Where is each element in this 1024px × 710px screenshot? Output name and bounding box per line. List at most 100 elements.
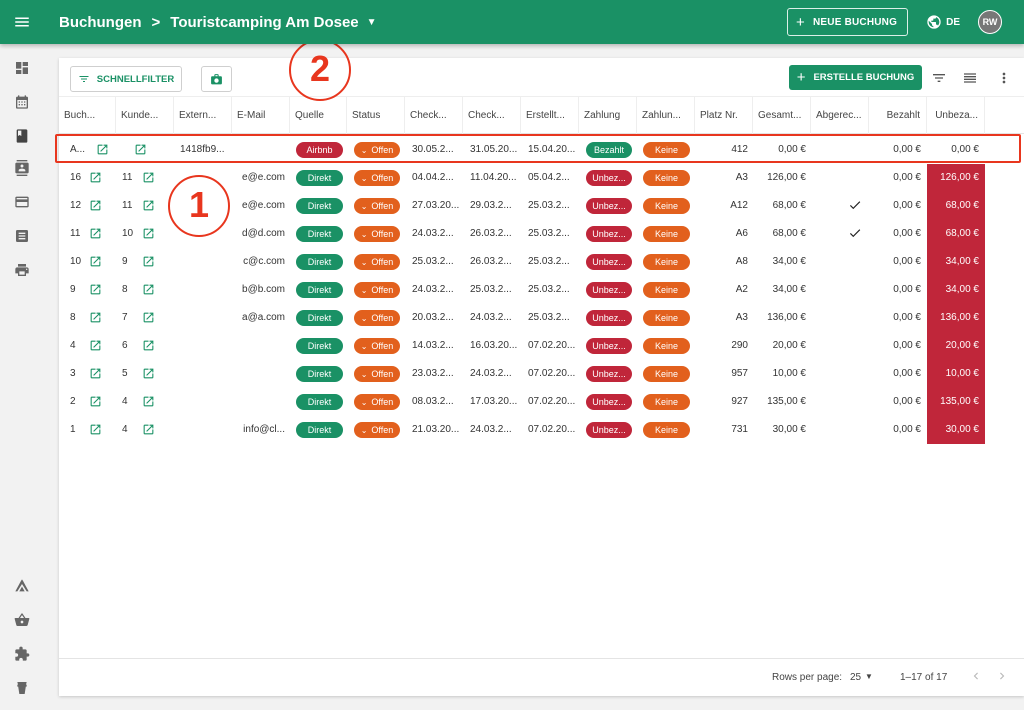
column-header[interactable]: Check... — [405, 97, 463, 134]
user-avatar[interactable]: RW — [978, 10, 1002, 34]
checkout-date: 11.04.20... — [470, 172, 517, 183]
status-chip[interactable]: ⌄ Offen — [354, 282, 400, 298]
column-header[interactable]: Bezahlt — [869, 97, 927, 134]
table-row[interactable]: 1 4 info@cl... Direkt ⌄ Offen 21.03.20... 24.03… — [59, 416, 1024, 444]
checkout-date: 26.03.2... — [470, 256, 512, 267]
customer-id: 11 — [122, 172, 133, 183]
open-customer-icon[interactable] — [142, 255, 155, 268]
column-header[interactable]: Buch... — [59, 97, 116, 134]
open-customer-icon[interactable] — [142, 199, 155, 212]
column-header[interactable]: Gesamt... — [753, 97, 811, 134]
caret-down-icon[interactable]: ▼ — [367, 17, 377, 28]
callout-2: 2 — [289, 39, 351, 101]
list-icon[interactable] — [14, 228, 30, 244]
status-chip[interactable]: ⌄ Offen — [354, 170, 400, 186]
breadcrumb-current[interactable]: Touristcamping Am Dosee — [170, 14, 358, 31]
open-customer-icon[interactable] — [142, 171, 155, 184]
printer-icon[interactable] — [14, 262, 30, 278]
table-footer: Rows per page: 25 ▼ 1–17 of 17 — [59, 658, 1024, 696]
status-chip[interactable]: ⌄ Offen — [354, 254, 400, 270]
status-chip[interactable]: ⌄ Offen — [354, 338, 400, 354]
filter-list-icon[interactable] — [931, 70, 947, 86]
open-booking-icon[interactable] — [89, 395, 102, 408]
column-header[interactable]: Kunde... — [116, 97, 174, 134]
credit-card-icon[interactable] — [14, 194, 30, 210]
customer-id: 8 — [122, 284, 128, 295]
language-switcher[interactable]: DE — [926, 14, 960, 30]
open-booking-icon[interactable] — [89, 423, 102, 436]
table-row[interactable]: 9 8 b@b.com Direkt ⌄ Offen 24.03.2... 25.03.2..… — [59, 276, 1024, 304]
total-amount: 136,00 € — [767, 312, 806, 323]
open-customer-icon[interactable] — [142, 395, 155, 408]
menu-button[interactable] — [0, 0, 44, 44]
open-booking-icon[interactable] — [89, 339, 102, 352]
column-header[interactable]: Abgerec... — [811, 97, 869, 134]
column-header[interactable]: Zahlung — [579, 97, 637, 134]
table-row[interactable]: 8 7 a@a.com Direkt ⌄ Offen 20.03.2... 24.03.2..… — [59, 304, 1024, 332]
status-chip[interactable]: ⌄ Offen — [354, 226, 400, 242]
basket-icon[interactable] — [14, 612, 30, 628]
checkin-date: 27.03.20... — [412, 200, 460, 211]
payment-chip: Unbez... — [586, 226, 632, 242]
external-id — [180, 388, 232, 416]
puzzle-icon[interactable] — [14, 646, 30, 662]
book-icon[interactable] — [14, 128, 30, 144]
open-customer-icon[interactable] — [142, 423, 155, 436]
open-booking-icon[interactable] — [89, 171, 102, 184]
open-customer-icon[interactable] — [142, 283, 155, 296]
contacts-icon[interactable] — [14, 160, 30, 176]
more-vertical-icon[interactable] — [996, 70, 1012, 86]
language-label: DE — [946, 16, 960, 28]
density-icon[interactable] — [962, 70, 978, 86]
payment-chip: Unbez... — [586, 366, 632, 382]
group-bookings-button[interactable] — [201, 66, 232, 92]
rows-per-page-select[interactable]: 25 — [850, 672, 861, 683]
check-icon — [848, 226, 862, 240]
table-row[interactable]: 2 4 Direkt ⌄ Offen 08.03.2... 17.03.20... 07.02… — [59, 388, 1024, 416]
column-header[interactable]: Status — [347, 97, 405, 134]
cup-icon[interactable] — [14, 680, 30, 696]
status-chip[interactable]: ⌄ Offen — [354, 422, 400, 438]
column-header[interactable]: Erstellt... — [521, 97, 579, 134]
column-header[interactable]: Check... — [463, 97, 521, 134]
column-header[interactable]: Zahlun... — [637, 97, 695, 134]
table-row[interactable]: 10 9 c@c.com Direkt ⌄ Offen 25.03.2... 26.03.2.… — [59, 248, 1024, 276]
unpaid-amount: 30,00 € — [927, 416, 985, 444]
column-header[interactable]: Extern... — [174, 97, 232, 134]
column-header[interactable]: Quelle — [290, 97, 347, 134]
open-booking-icon[interactable] — [89, 311, 102, 324]
status-chip[interactable]: ⌄ Offen — [354, 394, 400, 410]
create-booking-button[interactable]: + ERSTELLE BUCHUNG — [789, 65, 922, 90]
quick-filter-button[interactable]: SCHNELLFILTER — [70, 66, 182, 92]
breadcrumb-root[interactable]: Buchungen — [59, 14, 142, 31]
dashboard-icon[interactable] — [14, 60, 30, 76]
table-row[interactable]: 3 5 Direkt ⌄ Offen 23.03.2... 24.03.2... 07.02.… — [59, 360, 1024, 388]
created-date: 25.03.2... — [528, 256, 570, 267]
chevron-left-icon[interactable] — [969, 669, 983, 683]
chevron-right-icon[interactable] — [995, 669, 1009, 683]
open-customer-icon[interactable] — [142, 227, 155, 240]
caret-down-icon[interactable]: ▼ — [865, 672, 873, 681]
new-booking-button[interactable]: + NEUE BUCHUNG — [787, 8, 909, 36]
checkin-date: 24.03.2... — [412, 284, 454, 295]
open-booking-icon[interactable] — [89, 367, 102, 380]
status-chip[interactable]: ⌄ Offen — [354, 198, 400, 214]
paid-amount: 0,00 € — [893, 172, 921, 183]
column-header[interactable]: Unbeza... — [927, 97, 985, 134]
calendar-icon[interactable] — [14, 94, 30, 110]
open-customer-icon[interactable] — [142, 311, 155, 324]
open-customer-icon[interactable] — [142, 339, 155, 352]
status-chip[interactable]: ⌄ Offen — [354, 310, 400, 326]
paid-amount: 0,00 € — [893, 256, 921, 267]
column-header[interactable]: Platz Nr. — [695, 97, 753, 134]
tent-icon[interactable] — [14, 578, 30, 594]
open-booking-icon[interactable] — [89, 227, 102, 240]
column-header[interactable]: E-Mail — [232, 97, 290, 134]
status-chip[interactable]: ⌄ Offen — [354, 366, 400, 382]
open-booking-icon[interactable] — [89, 199, 102, 212]
open-booking-icon[interactable] — [89, 283, 102, 296]
open-booking-icon[interactable] — [89, 255, 102, 268]
payment-status-chip: Keine — [643, 226, 690, 242]
table-row[interactable]: 4 6 Direkt ⌄ Offen 14.03.2... 16.03.20... 07.02… — [59, 332, 1024, 360]
open-customer-icon[interactable] — [142, 367, 155, 380]
